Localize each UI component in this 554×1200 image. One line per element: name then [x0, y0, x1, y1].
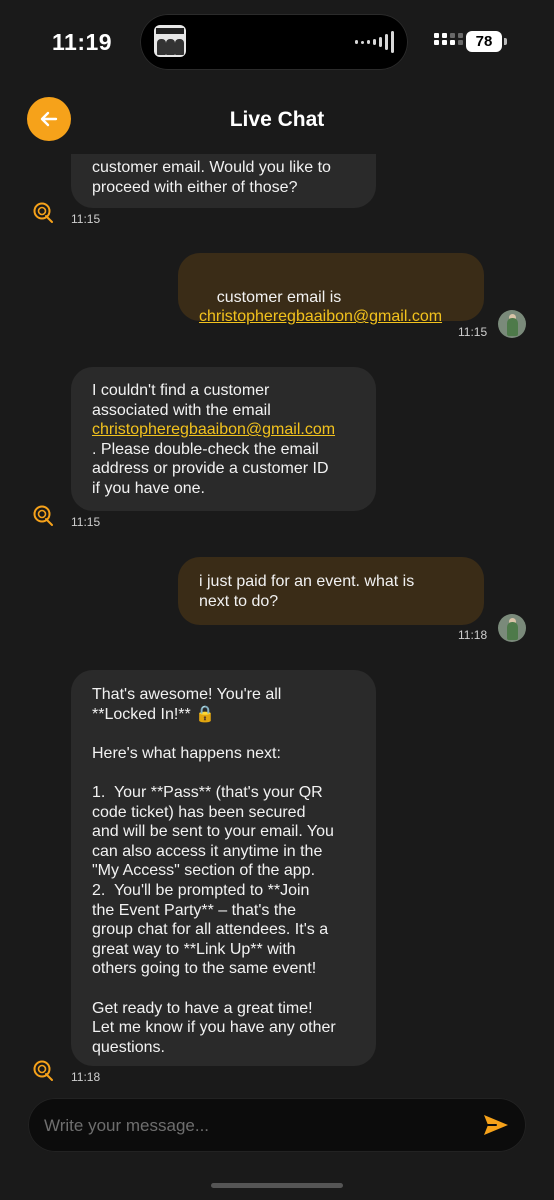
send-icon[interactable] [482, 1111, 510, 1139]
bot-message: That's awesome! You're all **Locked In!*… [71, 670, 376, 1066]
bot-avatar-icon [33, 505, 53, 526]
message-timestamp: 11:15 [458, 325, 488, 339]
dynamic-island[interactable] [140, 14, 408, 70]
message-composer [28, 1098, 526, 1154]
status-bar: 11:19 78 [0, 0, 554, 86]
email-link[interactable]: christopheregbaaibon@gmail.com [92, 421, 335, 438]
now-playing-artwork [154, 25, 186, 57]
message-list[interactable]: customer email. Would you like to procee… [0, 154, 554, 1084]
user-message: customer email is christopheregbaaibon@gm… [178, 253, 484, 325]
user-avatar [498, 614, 526, 642]
message-timestamp: 11:15 [71, 212, 101, 226]
bot-avatar-icon [33, 202, 53, 223]
status-time: 11:19 [52, 29, 113, 55]
message-timestamp: 11:18 [71, 1070, 101, 1084]
chat-header: Live Chat [0, 94, 554, 144]
bot-message: I couldn't find a customer associated wi… [71, 367, 376, 511]
home-indicator[interactable] [211, 1183, 343, 1188]
user-avatar [498, 310, 526, 338]
signal-icon [434, 33, 464, 45]
audio-waveform-icon [355, 31, 394, 53]
email-link[interactable]: christopheregbaaibon@gmail.com [199, 308, 442, 325]
page-title: Live Chat [229, 108, 325, 131]
message-text: customer email is [216, 288, 342, 306]
message-input[interactable] [42, 1098, 456, 1154]
battery-indicator: 78 [466, 31, 507, 52]
message-text: . Please double-check the email address … [92, 440, 329, 497]
message-timestamp: 11:15 [71, 515, 101, 529]
message-timestamp: 11:18 [458, 628, 488, 642]
user-message: i just paid for an event. what is next t… [178, 557, 484, 625]
bot-message: customer email. Would you like to procee… [71, 154, 376, 208]
message-text: I couldn't find a customer associated wi… [92, 382, 271, 419]
bot-avatar-icon [33, 1060, 53, 1081]
